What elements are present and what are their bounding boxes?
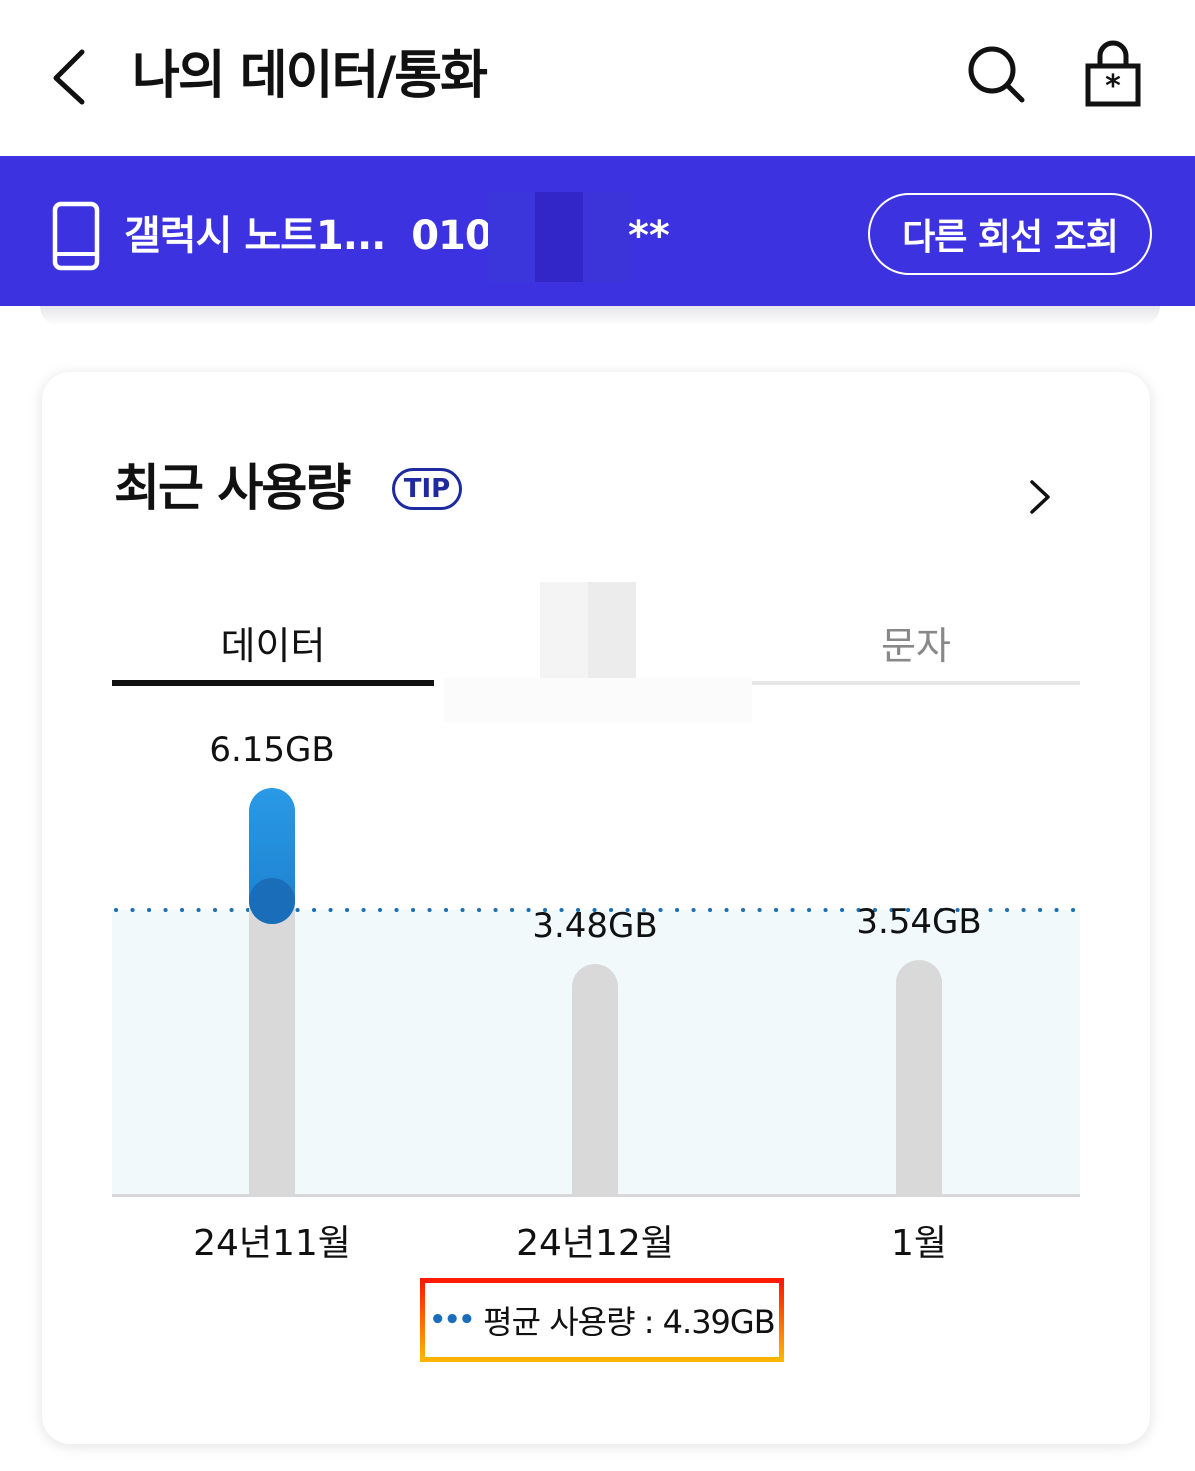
chevron-left-icon — [53, 49, 85, 105]
device-name: 갤럭시 노트1... — [124, 213, 386, 259]
tab-divider — [752, 681, 1080, 685]
line-info: 갤럭시 노트1... 010- — [124, 208, 508, 264]
phone-number-suffix: ** — [628, 213, 670, 259]
bar-value-label: 3.48GB — [532, 906, 658, 947]
month-label: 1월 — [890, 1223, 948, 1264]
masked-phone-number — [488, 192, 630, 282]
card-title: 최근 사용량 — [114, 459, 351, 517]
search-button[interactable] — [962, 40, 1032, 110]
bar-track — [572, 964, 618, 1194]
back-button[interactable] — [40, 40, 100, 112]
bar-track — [896, 960, 942, 1194]
view-other-line-button[interactable]: 다른 회선 조회 — [868, 193, 1152, 275]
page-title: 나의 데이터/통화 — [132, 46, 488, 106]
average-usage-label: 평균 사용량 : 4.39GB — [483, 1303, 775, 1341]
lock-icon: * — [1085, 40, 1141, 107]
masked-tab-underline — [444, 678, 752, 722]
average-dots-icon: ••• — [429, 1305, 475, 1335]
line-selector-bar: 갤럭시 노트1... 010- ** 다른 회선 조회 — [0, 156, 1195, 306]
lock-menu-button[interactable]: * — [1080, 38, 1146, 110]
chart-baseline — [112, 1194, 1080, 1197]
average-legend: ••• 평균 사용량 : 4.39GB — [420, 1278, 784, 1362]
svg-text:*: * — [1105, 69, 1121, 104]
tab-sms[interactable]: 문자 — [752, 602, 1080, 682]
bar-value-label: 3.54GB — [856, 902, 982, 943]
bar-value-label: 6.15GB — [209, 730, 335, 771]
phone-icon — [52, 201, 100, 271]
bar-average-marker — [249, 878, 295, 925]
divider-shadow — [40, 306, 1160, 326]
chevron-right-icon[interactable] — [1022, 474, 1058, 520]
masked-tab-label — [540, 582, 636, 678]
recent-usage-card: 최근 사용량 TIP 데이터 문자 6.15GB 24년11월 3.48GB 24년1… — [42, 372, 1150, 1444]
tab-data[interactable]: 데이터 — [112, 602, 434, 682]
bar-track — [249, 904, 295, 1194]
top-app-bar: 나의 데이터/통화 * — [0, 0, 1195, 156]
search-icon — [968, 46, 1025, 103]
tab-active-indicator — [112, 680, 434, 686]
month-label: 24년11월 — [193, 1223, 351, 1264]
month-label: 24년12월 — [516, 1223, 674, 1264]
tip-badge[interactable]: TIP — [392, 468, 462, 510]
